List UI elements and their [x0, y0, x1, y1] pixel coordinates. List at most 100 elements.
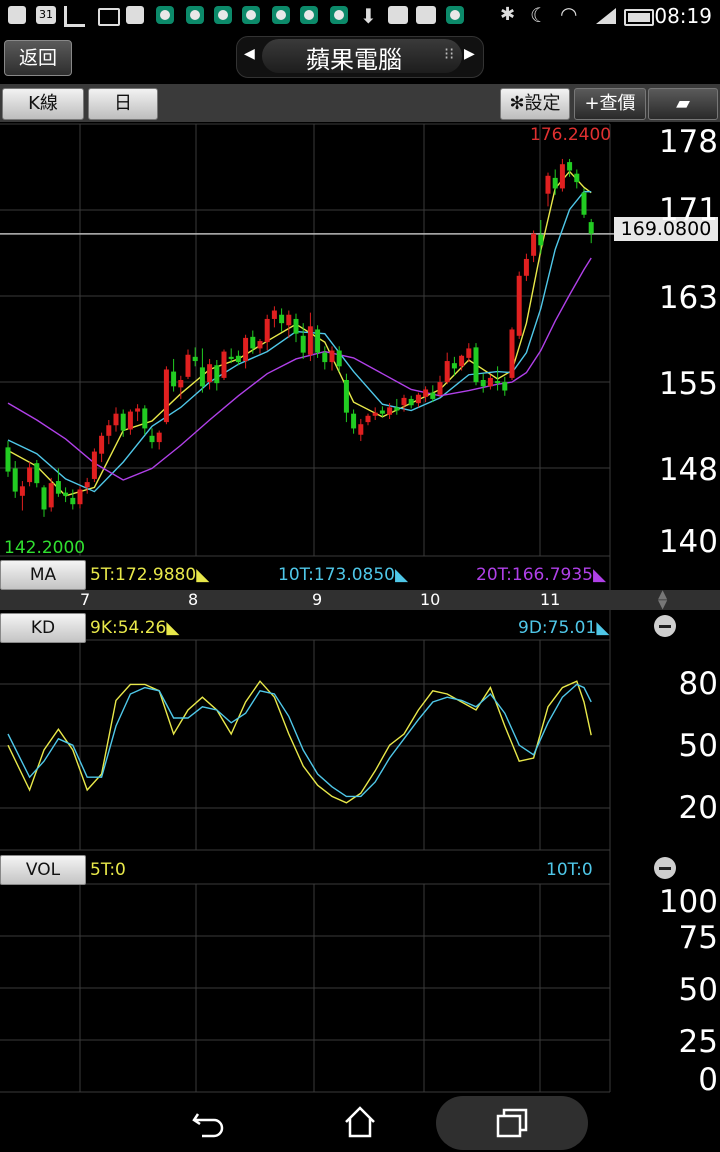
- k-legend: 9K:54.26◣: [90, 618, 180, 638]
- candle-body: [423, 389, 429, 397]
- vol-axis-label: 100: [658, 884, 718, 920]
- candle-body: [502, 382, 508, 391]
- home-icon[interactable]: [342, 1104, 378, 1140]
- kd-line-9D: [7, 683, 592, 798]
- candle-body: [545, 175, 551, 194]
- candle-body: [70, 497, 76, 505]
- candle-body: [372, 412, 378, 416]
- recents-icon[interactable]: [494, 1106, 530, 1142]
- candle-body: [552, 177, 558, 189]
- candle-body: [343, 380, 349, 413]
- time-label: 9: [312, 590, 323, 609]
- candle-body: [228, 356, 234, 359]
- candle-body: [279, 314, 285, 324]
- candle-body: [48, 483, 54, 508]
- candle-body: [559, 164, 565, 189]
- candle-body: [185, 354, 191, 377]
- vol-ma5-legend: 5T:0: [90, 860, 126, 880]
- ma20-legend: 20T:166.7935◣: [476, 565, 607, 585]
- candle-body: [444, 361, 450, 383]
- price-axis-label: 140: [658, 524, 718, 560]
- ma-line-5T: [7, 170, 592, 497]
- candle-body: [387, 407, 393, 415]
- candle-body: [199, 367, 205, 387]
- candle-body: [271, 310, 277, 319]
- candle-body: [495, 381, 501, 384]
- collapse-vol-icon[interactable]: [654, 857, 676, 879]
- price-axis-label: 155: [658, 366, 718, 402]
- candle-body: [286, 314, 292, 326]
- time-label: 8: [188, 590, 199, 609]
- vol-ma10-legend: 10T:0: [546, 860, 593, 880]
- ma5-arrow-icon: ◣: [196, 565, 210, 585]
- vol-axis-label: 25: [678, 1024, 718, 1060]
- candle-body: [473, 347, 479, 383]
- ma10-arrow-icon: ◣: [395, 565, 409, 585]
- kd-axis-label: 80: [678, 666, 718, 702]
- vol-button[interactable]: VOL: [0, 855, 86, 885]
- time-label: 7: [80, 590, 91, 609]
- candle-body: [480, 380, 486, 387]
- candle-body: [55, 481, 61, 494]
- candle-body: [250, 336, 256, 349]
- ma10-legend: 10T:173.0850◣: [278, 565, 409, 585]
- candle-body: [365, 415, 371, 423]
- candle-body: [84, 482, 90, 488]
- candle-body: [307, 326, 313, 355]
- low-price-label: 142.2000: [4, 538, 86, 558]
- candle-body: [34, 463, 40, 484]
- candle-body: [466, 348, 472, 358]
- candle-body: [509, 329, 515, 378]
- candle-body: [214, 365, 220, 384]
- candle-body: [91, 451, 97, 479]
- price-axis-label: 148: [658, 452, 718, 488]
- kd-axis-label: 20: [678, 790, 718, 826]
- vol-axis-label: 50: [678, 972, 718, 1008]
- candle-body: [19, 486, 25, 496]
- candle-body: [178, 380, 184, 388]
- price-axis-label: 163: [658, 280, 718, 316]
- resize-handle-icon[interactable]: ▲ ▼: [658, 588, 667, 610]
- candle-body: [12, 468, 18, 492]
- candle-body: [235, 355, 241, 363]
- candle-body: [459, 355, 465, 367]
- candle-body: [120, 413, 126, 431]
- candle-body: [315, 329, 321, 353]
- candle-body: [329, 350, 335, 363]
- ma-line-10T: [7, 190, 592, 493]
- candle-body: [243, 337, 249, 362]
- candle-body: [106, 425, 112, 436]
- candle-body: [581, 192, 587, 215]
- candle-body: [99, 435, 105, 454]
- candle-body: [41, 487, 47, 510]
- ma-line-20T: [7, 257, 592, 481]
- candle-body: [135, 408, 141, 412]
- candle-body: [408, 398, 414, 406]
- kd-button[interactable]: KD: [0, 613, 86, 643]
- candle-body: [379, 410, 385, 414]
- candle-body: [394, 407, 400, 411]
- vol-axis-label: 0: [698, 1062, 718, 1098]
- ma-button[interactable]: MA: [0, 560, 86, 590]
- candle-body: [149, 435, 155, 443]
- candle-body: [531, 233, 537, 256]
- price-axis-label: 171: [658, 192, 718, 228]
- candle-body: [487, 377, 493, 387]
- candle-body: [27, 467, 33, 483]
- vol-axis-label: 75: [678, 920, 718, 956]
- candle-body: [516, 275, 522, 336]
- collapse-kd-icon[interactable]: [654, 615, 676, 637]
- candle-body: [127, 411, 133, 430]
- candle-body: [415, 394, 421, 404]
- candle-body: [451, 363, 457, 369]
- kd-axis-label: 50: [678, 728, 718, 764]
- candle-body: [588, 222, 594, 234]
- candle-body: [142, 408, 148, 429]
- time-label: 10: [420, 590, 441, 609]
- candle-body: [264, 318, 270, 343]
- candle-body: [171, 371, 177, 387]
- back-nav-icon[interactable]: [190, 1104, 226, 1140]
- candle-body: [300, 335, 306, 353]
- high-price-label: 176.2400: [530, 125, 612, 145]
- ma5-legend: 5T:172.9880◣: [90, 565, 210, 585]
